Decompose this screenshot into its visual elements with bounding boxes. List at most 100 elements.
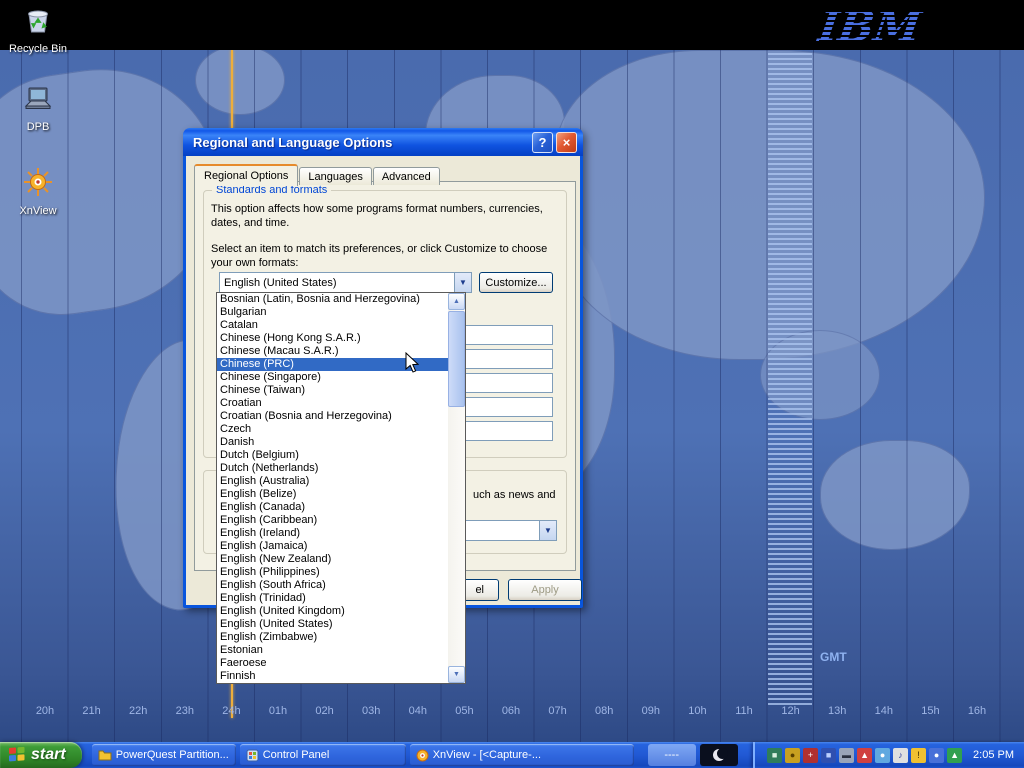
locale-option[interactable]: Bulgarian (217, 306, 448, 319)
dialog-titlebar[interactable]: Regional and Language Options ? × (183, 128, 583, 156)
tray-icons: ■●+■▬▲●♪!●▲ (767, 748, 962, 763)
locale-option[interactable]: English (Trinidad) (217, 592, 448, 605)
locale-option[interactable]: English (Jamaica) (217, 540, 448, 553)
close-button[interactable]: × (556, 132, 577, 153)
control-panel-icon (246, 749, 259, 762)
xnview-icon (22, 166, 54, 198)
locale-option[interactable]: Faeroese (217, 657, 448, 670)
list-scrollbar[interactable]: ▲ ▼ (448, 293, 465, 683)
crescent-icon (713, 749, 725, 761)
desktop-icon-label: Recycle Bin (0, 43, 76, 55)
start-button[interactable]: start (0, 742, 82, 768)
locale-option[interactable]: Dutch (Belgium) (217, 449, 448, 462)
desktop-icon-recycle-bin[interactable]: Recycle Bin (0, 4, 76, 55)
timezone-label: 22h (118, 705, 158, 717)
locale-option[interactable]: English (Belize) (217, 488, 448, 501)
location-combobox-arrow-icon[interactable]: ▼ (539, 521, 556, 540)
task-buttons: PowerQuest Partition... Control Panel (92, 744, 634, 766)
locale-option[interactable]: Croatian (217, 397, 448, 410)
locale-option[interactable]: English (Caribbean) (217, 514, 448, 527)
locale-option[interactable]: English (Canada) (217, 501, 448, 514)
locale-option[interactable]: Chinese (Hong Kong S.A.R.) (217, 332, 448, 345)
timezone-label: 23h (165, 705, 205, 717)
apply-button[interactable]: Apply (508, 579, 582, 601)
taskbar-item-label: PowerQuest Partition... (116, 749, 229, 761)
locale-option[interactable]: Dutch (Netherlands) (217, 462, 448, 475)
taskbar-dark-segment[interactable] (700, 744, 738, 766)
scrollbar-thumb[interactable] (448, 311, 465, 407)
scrollbar-down-button[interactable]: ▼ (448, 666, 465, 683)
taskbar-item-label: Control Panel (263, 749, 330, 761)
tray-icon-scheduler[interactable]: ● (785, 748, 800, 763)
locale-option[interactable]: Bosnian (Latin, Bosnia and Herzegovina) (217, 293, 448, 306)
locale-option[interactable]: English (Philippines) (217, 566, 448, 579)
locale-option[interactable]: English (New Zealand) (217, 553, 448, 566)
tray-icon-keyboard[interactable]: ▬ (839, 748, 854, 763)
tray-icon-volume[interactable]: ♪ (893, 748, 908, 763)
timezone-label: 24h (211, 705, 251, 717)
tray-icon-warning[interactable]: ! (911, 748, 926, 763)
locale-option[interactable]: English (Ireland) (217, 527, 448, 540)
folder-icon (98, 749, 112, 761)
ibm-logo-stripes (819, 2, 939, 48)
locale-option[interactable]: English (Australia) (217, 475, 448, 488)
taskbar-item-label: XnView - [<Capture-... (433, 749, 541, 761)
locale-dropdown-list: Bosnian (Latin, Bosnia and Herzegovina)B… (216, 292, 466, 684)
desktop-icon-label: XnView (0, 205, 76, 217)
timezone-label: 05h (444, 705, 484, 717)
tab-advanced[interactable]: Advanced (373, 167, 440, 185)
tray-icon-antivirus[interactable]: + (803, 748, 818, 763)
start-button-label: start (31, 746, 66, 764)
timezone-label: 21h (72, 705, 112, 717)
locale-option[interactable]: Croatian (Bosnia and Herzegovina) (217, 410, 448, 423)
tray-icon-display[interactable]: ■ (821, 748, 836, 763)
tab-languages[interactable]: Languages (299, 167, 371, 185)
help-button[interactable]: ? (532, 132, 553, 153)
taskbar-item-xnview[interactable]: XnView - [<Capture-... (410, 744, 634, 766)
customize-button[interactable]: Customize... (479, 272, 553, 293)
locale-option[interactable]: English (United Kingdom) (217, 605, 448, 618)
taskbar-clock[interactable]: 2:05 PM (973, 749, 1014, 761)
taskbar-item-powerquest[interactable]: PowerQuest Partition... (92, 744, 236, 766)
taskbar-item-control-panel[interactable]: Control Panel (240, 744, 406, 766)
windows-flag-icon (8, 746, 26, 764)
timezone-label: 12h (771, 705, 811, 717)
timezone-label: 04h (398, 705, 438, 717)
locale-combobox[interactable]: English (United States) ▼ (219, 272, 472, 293)
locale-option[interactable]: Estonian (217, 644, 448, 657)
locale-option[interactable]: Catalan (217, 319, 448, 332)
system-tray: ■●+■▬▲●♪!●▲ 2:05 PM (753, 742, 1024, 768)
timezone-label: 06h (491, 705, 531, 717)
tray-icon-alert[interactable]: ▲ (857, 748, 872, 763)
tray-icon-messenger[interactable]: ● (929, 748, 944, 763)
tab-strip: Regional Options Languages Advanced (194, 163, 441, 185)
scrollbar-up-button[interactable]: ▲ (448, 293, 465, 310)
xnview-icon (416, 749, 429, 762)
ibm-logo: IBM (819, 2, 939, 48)
combobox-dropdown-arrow-icon[interactable]: ▼ (454, 273, 471, 292)
locale-option[interactable]: English (South Africa) (217, 579, 448, 592)
recycle-bin-icon (22, 4, 54, 36)
locale-option[interactable]: Danish (217, 436, 448, 449)
tab-regional-options[interactable]: Regional Options (194, 164, 298, 186)
tray-icon-graphics[interactable]: ■ (767, 748, 782, 763)
desktop-icon-label: DPB (0, 121, 76, 133)
timezone-label: 16h (957, 705, 997, 717)
tray-icon-network[interactable]: ● (875, 748, 890, 763)
tray-icon-update[interactable]: ▲ (947, 748, 962, 763)
timezone-label: 08h (584, 705, 624, 717)
date-line-band (768, 50, 812, 705)
locale-option[interactable]: English (United States) (217, 618, 448, 631)
timezone-label: 02h (305, 705, 345, 717)
location-text-fragment: uch as news and (473, 488, 556, 502)
locale-option[interactable]: Chinese (Taiwan) (217, 384, 448, 397)
desktop-icon-xnview[interactable]: XnView (0, 166, 76, 217)
locale-option[interactable]: Finnish (217, 670, 448, 683)
timezone-label: 14h (864, 705, 904, 717)
laptop-icon (22, 82, 54, 114)
taskbar-toolbar-button[interactable]: ---- (648, 744, 696, 766)
locale-option[interactable]: Czech (217, 423, 448, 436)
desktop-icon-dpb[interactable]: DPB (0, 82, 76, 133)
mouse-cursor (405, 352, 419, 379)
locale-option[interactable]: English (Zimbabwe) (217, 631, 448, 644)
